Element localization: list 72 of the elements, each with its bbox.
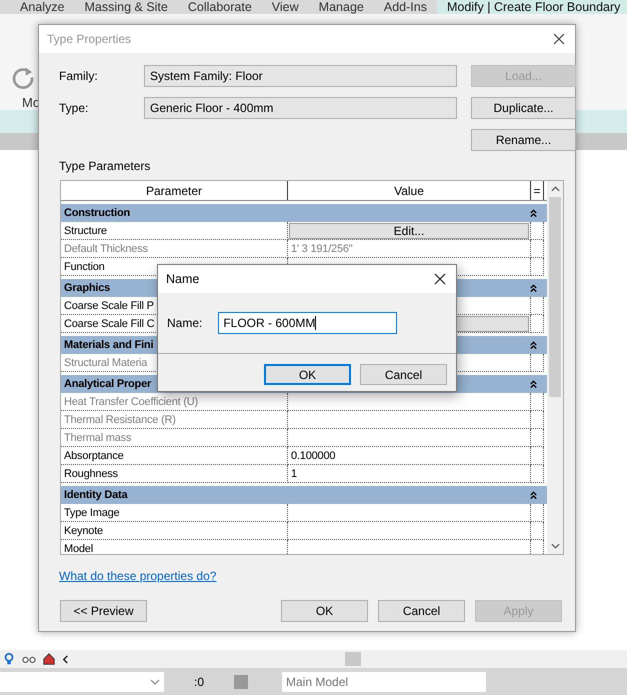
section-label: Type Parameters: [58, 158, 152, 173]
field-label: Family:: [59, 69, 99, 83]
type-dropdown[interactable]: Generic Floor - 400mm: [144, 97, 457, 119]
table-cell: 0.100000: [288, 447, 531, 465]
caret-icon[interactable]: [150, 678, 160, 684]
group-header[interactable]: Identity Data: [61, 486, 547, 504]
table-cell: 1: [288, 465, 531, 483]
table-cell: Model: [61, 540, 288, 554]
field-label: Type:: [59, 101, 90, 115]
dialog-button[interactable]: OK: [281, 600, 368, 622]
edit-button[interactable]: Edit...: [289, 222, 529, 238]
scrollbar-thumb[interactable]: [549, 197, 561, 397]
table-cell: Roughness: [61, 465, 288, 483]
group-name: Analytical Proper: [64, 378, 152, 390]
column-header: Parameter: [61, 181, 288, 200]
table-cell: [531, 240, 544, 258]
field-label: Name:: [167, 316, 202, 330]
chevron-icon[interactable]: [529, 490, 538, 500]
model-dropdown[interactable]: Main Model: [282, 672, 486, 692]
duplicate-button[interactable]: Duplicate...: [471, 97, 576, 119]
table-cell: [531, 411, 544, 429]
rename-button[interactable]: Rename...: [471, 129, 576, 151]
ribbon-tab[interactable]: Modify | Create Floor Boundary: [436, 0, 627, 14]
table-cell: Keynote: [61, 522, 288, 540]
table-cell: Heat Transfer Coefficient (U): [61, 393, 288, 411]
dialog-button[interactable]: OK: [264, 364, 351, 385]
scroll-down-icon[interactable]: [550, 543, 560, 549]
name-input-field[interactable]: FLOOR - 600MM: [218, 312, 398, 334]
chevron-icon[interactable]: [529, 379, 538, 389]
chevron-icon[interactable]: [529, 208, 538, 218]
table-cell: Thermal Resistance (R): [61, 411, 288, 429]
table-cell: Structure: [61, 222, 288, 240]
close-icon[interactable]: [434, 273, 446, 285]
chevron-icon[interactable]: [529, 283, 538, 293]
ribbon-tab[interactable]: Add-Ins: [374, 0, 437, 14]
dialog-button[interactable]: Cancel: [360, 364, 447, 385]
window-title: Type Properties: [47, 32, 132, 46]
scroll-up-icon[interactable]: [550, 186, 560, 192]
group-name: Identity Data: [64, 489, 128, 501]
scrollbar-thumb[interactable]: [345, 652, 361, 666]
ribbon-tab[interactable]: Manage: [308, 0, 374, 14]
group-name: Materials and Fini: [64, 339, 154, 351]
column-header: =: [531, 181, 544, 200]
table-cell: [531, 429, 544, 447]
table-cell: Thermal mass: [61, 429, 288, 447]
house-icon[interactable]: [42, 652, 56, 666]
dialog-button[interactable]: Cancel: [378, 600, 465, 622]
chevron-icon[interactable]: [529, 340, 538, 350]
group-header[interactable]: Construction: [61, 204, 547, 222]
table-cell: Default Thickness: [61, 240, 288, 258]
ribbon-tab[interactable]: Collaborate: [178, 0, 262, 14]
table-cell: [531, 447, 544, 465]
group-name: Graphics: [64, 282, 110, 294]
ribbon-tab[interactable]: Analyze: [10, 0, 74, 14]
lightbulb-icon[interactable]: [2, 652, 16, 666]
table-cell: [531, 504, 544, 522]
table-cell: [531, 465, 544, 483]
counter-text: :0: [194, 674, 204, 688]
preview-button[interactable]: << Preview: [60, 600, 147, 622]
table-cell: [531, 522, 544, 540]
family-dropdown[interactable]: System Family: Floor: [144, 65, 457, 87]
chevron-left-icon[interactable]: [62, 654, 69, 664]
table-cell: 1' 3 191/256": [288, 240, 531, 258]
table-cell: [531, 393, 544, 411]
help-link[interactable]: What do these properties do?: [39, 555, 216, 583]
ribbon-tab[interactable]: View: [262, 0, 309, 14]
ribbon-tab[interactable]: Massing & Site: [74, 0, 178, 14]
close-icon[interactable]: [553, 33, 565, 45]
group-name: Construction: [64, 207, 130, 219]
table-cell: Absorptance: [61, 447, 288, 465]
table-cell: Type Image: [61, 504, 288, 522]
column-header: Value: [288, 181, 531, 200]
